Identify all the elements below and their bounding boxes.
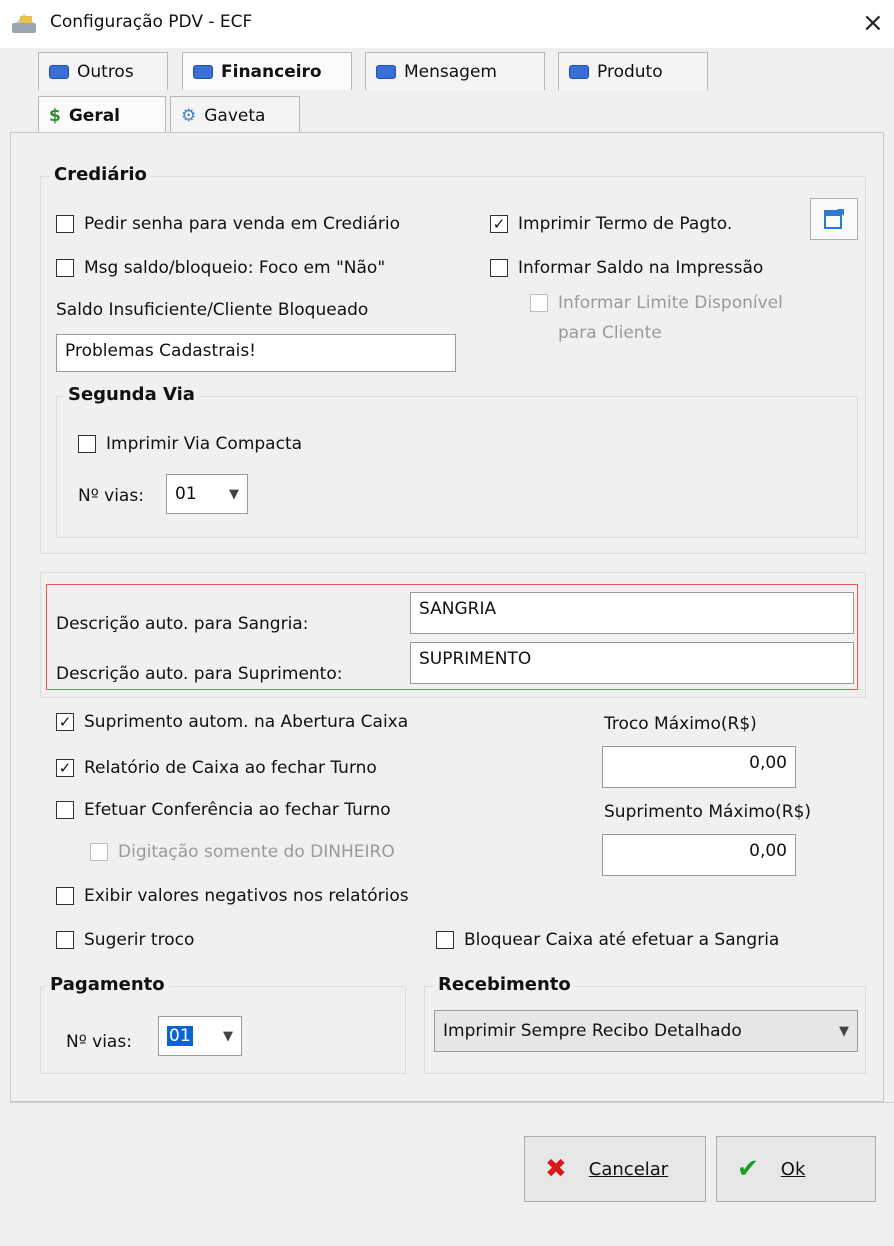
checkbox-label: Suprimento autom. na Abertura Caixa <box>84 712 409 732</box>
tab-icon <box>569 64 589 79</box>
informar-saldo-checkbox[interactable]: Informar Saldo na Impressão <box>490 258 763 278</box>
pagamento-vias-label: Nº vias: <box>66 1032 132 1052</box>
checkbox-label: Digitação somente do DINHEIRO <box>118 842 395 862</box>
tab-icon <box>193 64 213 79</box>
checkbox-label: Msg saldo/bloqueio: Foco em "Não" <box>84 258 386 278</box>
pagamento-vias-select[interactable]: 01 ▼ <box>158 1016 242 1056</box>
checkbox-box <box>90 843 108 861</box>
sangria-label: Descrição auto. para Sangria: <box>56 614 309 634</box>
tab-label: Financeiro <box>221 61 322 82</box>
saldo-message-input[interactable]: Problemas Cadastrais! <box>56 334 456 372</box>
suprimento-label: Descrição auto. para Suprimento: <box>56 664 343 684</box>
select-value: Imprimir Sempre Recibo Detalhado <box>443 1021 742 1041</box>
ok-button[interactable]: ✔ Ok <box>716 1136 876 1202</box>
select-value: 01 <box>167 1026 193 1046</box>
close-icon: ✖ <box>545 1154 567 1184</box>
suprimento-input[interactable]: SUPRIMENTO <box>410 642 854 684</box>
checkbox-label: Imprimir Termo de Pagto. <box>518 214 733 234</box>
recebimento-title: Recebimento <box>434 974 575 995</box>
checkbox-box[interactable] <box>56 259 74 277</box>
checkbox-box[interactable] <box>56 801 74 819</box>
checkbox-label: Sugerir troco <box>84 930 195 950</box>
button-label: Ok <box>780 1158 806 1180</box>
imprimir-termo-checkbox[interactable]: ✓ Imprimir Termo de Pagto. <box>490 214 732 234</box>
suprimento-autom-checkbox[interactable]: ✓ Suprimento autom. na Abertura Caixa <box>56 712 408 732</box>
tab-label: Geral <box>68 105 121 126</box>
segunda-via-title: Segunda Via <box>64 384 199 405</box>
crediario-title: Crediário <box>50 164 151 185</box>
checkbox-box[interactable]: ✓ <box>56 759 74 777</box>
checkbox-box[interactable] <box>56 887 74 905</box>
checkbox-label: Efetuar Conferência ao fechar Turno <box>84 800 391 820</box>
checkbox-box <box>530 294 548 312</box>
select-value: 01 <box>175 484 197 504</box>
dollar-icon: $ <box>49 105 61 126</box>
close-button[interactable]: × <box>862 8 884 38</box>
relatorio-caixa-checkbox[interactable]: ✓ Relatório de Caixa ao fechar Turno <box>56 758 377 778</box>
check-icon: ✔ <box>737 1154 759 1184</box>
checkbox-label: Imprimir Via Compacta <box>106 434 303 454</box>
checkbox-box[interactable] <box>490 259 508 277</box>
checkbox-label: para Cliente <box>558 323 662 343</box>
checkbox-label: Informar Saldo na Impressão <box>518 258 764 278</box>
troco-max-input[interactable]: 0,00 <box>602 746 796 788</box>
app-icon <box>10 12 40 36</box>
checkbox-label: Bloquear Caixa até efetuar a Sangria <box>464 930 780 950</box>
segunda-via-group <box>56 396 858 538</box>
tab-icon <box>376 64 396 79</box>
msg-saldo-checkbox[interactable]: Msg saldo/bloqueio: Foco em "Não" <box>56 258 385 278</box>
recebimento-select[interactable]: Imprimir Sempre Recibo Detalhado ▼ <box>434 1010 858 1052</box>
bloquear-caixa-checkbox[interactable]: Bloquear Caixa até efetuar a Sangria <box>436 930 779 950</box>
tab-label: Gaveta <box>204 105 266 126</box>
tab-produto[interactable]: Produto <box>558 52 708 90</box>
informar-limite-checkbox: Informar Limite Disponível para Cliente <box>530 293 783 348</box>
checkbox-box[interactable] <box>56 215 74 233</box>
efetuar-conferencia-checkbox[interactable]: Efetuar Conferência ao fechar Turno <box>56 800 391 820</box>
tab-outros[interactable]: Outros <box>38 52 168 90</box>
tab-mensagem[interactable]: Mensagem <box>365 52 545 90</box>
checkbox-box[interactable]: ✓ <box>56 713 74 731</box>
checkbox-box[interactable] <box>436 931 454 949</box>
chevron-down-icon: ▼ <box>229 486 239 502</box>
tab-geral[interactable]: $ Geral <box>38 96 166 134</box>
checkbox-label: Pedir senha para venda em Crediário <box>84 214 401 234</box>
suprimento-max-input[interactable]: 0,00 <box>602 834 796 876</box>
suprimento-max-label: Suprimento Máximo(R$) <box>604 802 812 822</box>
print-preview-button[interactable] <box>810 198 858 240</box>
cancel-button[interactable]: ✖ Cancelar <box>524 1136 706 1202</box>
checkbox-box[interactable] <box>56 931 74 949</box>
sangria-input[interactable]: SANGRIA <box>410 592 854 634</box>
pedir-senha-checkbox[interactable]: Pedir senha para venda em Crediário <box>56 214 400 234</box>
window-title: Configuração PDV - ECF <box>50 12 253 32</box>
document-icon <box>824 209 844 229</box>
checkbox-label: Informar Limite Disponível <box>558 293 783 313</box>
imprimir-compacta-checkbox[interactable]: Imprimir Via Compacta <box>78 434 302 454</box>
chevron-down-icon: ▼ <box>839 1023 849 1039</box>
sugerir-troco-checkbox[interactable]: Sugerir troco <box>56 930 194 950</box>
chevron-down-icon: ▼ <box>223 1028 233 1044</box>
tab-icon <box>49 64 69 79</box>
segunda-via-vias-select[interactable]: 01 ▼ <box>166 474 248 514</box>
pagamento-title: Pagamento <box>46 974 169 995</box>
gear-icon: ⚙ <box>181 105 197 126</box>
tab-gaveta[interactable]: ⚙ Gaveta <box>170 96 300 134</box>
exibir-negativos-checkbox[interactable]: Exibir valores negativos nos relatórios <box>56 886 409 906</box>
troco-max-label: Troco Máximo(R$) <box>604 714 757 734</box>
tab-financeiro[interactable]: Financeiro <box>182 52 352 90</box>
checkbox-label: Relatório de Caixa ao fechar Turno <box>84 758 377 778</box>
saldo-label: Saldo Insuficiente/Cliente Bloqueado <box>56 300 369 320</box>
checkbox-box[interactable] <box>78 435 96 453</box>
tab-label: Mensagem <box>404 61 497 82</box>
checkbox-box[interactable]: ✓ <box>490 215 508 233</box>
vias-label: Nº vias: <box>78 486 144 506</box>
button-label: Cancelar <box>588 1158 669 1180</box>
checkbox-label: Exibir valores negativos nos relatórios <box>84 886 409 906</box>
tab-label: Produto <box>597 61 663 82</box>
tab-label: Outros <box>77 61 134 82</box>
digitacao-dinheiro-checkbox: Digitação somente do DINHEIRO <box>90 842 395 862</box>
